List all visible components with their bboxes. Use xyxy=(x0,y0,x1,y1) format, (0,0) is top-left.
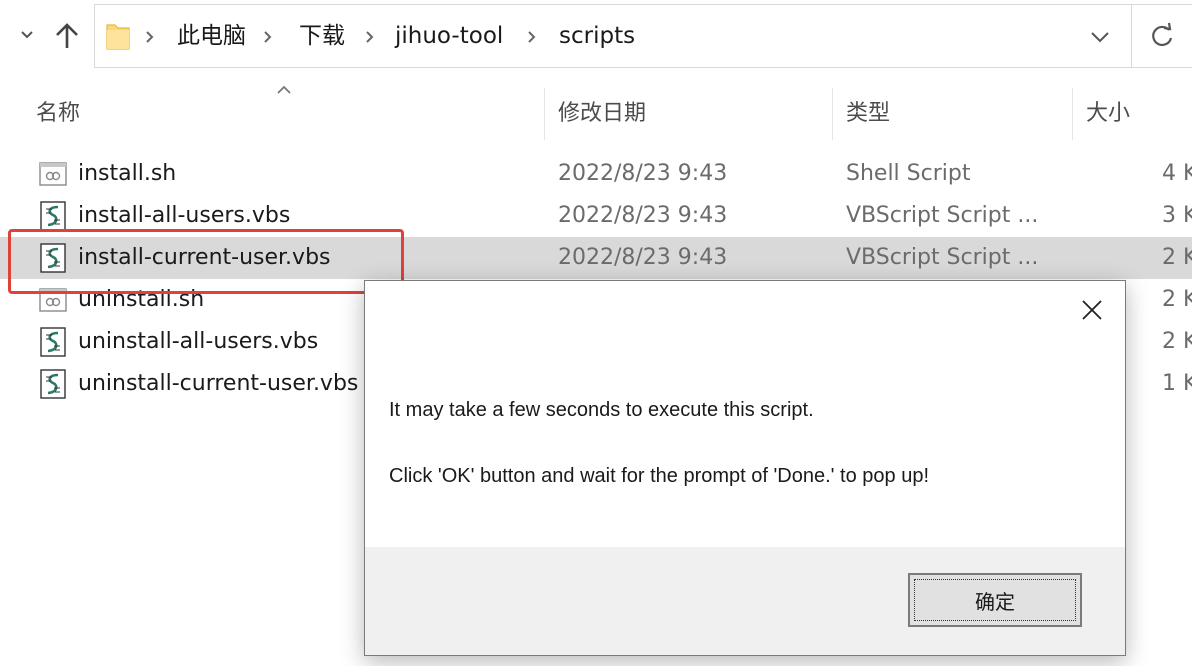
ok-button-label: 确定 xyxy=(975,589,1015,614)
ok-button[interactable]: 确定 xyxy=(908,573,1082,627)
file-type: Shell Script xyxy=(846,161,971,186)
dialog-footer: 确定 xyxy=(365,547,1125,655)
dialog-message: Click 'OK' button and wait for the promp… xyxy=(389,465,930,487)
message-dialog: It may take a few seconds to execute thi… xyxy=(364,280,1126,656)
chevron-right-icon[interactable] xyxy=(261,27,275,47)
address-divider xyxy=(1131,5,1132,67)
vbscript-icon xyxy=(40,327,66,357)
file-name: install-current-user.vbs xyxy=(78,245,331,270)
chevron-down-icon xyxy=(21,31,33,39)
file-row[interactable]: install-all-users.vbs 2022/8/23 9:43 VBS… xyxy=(0,195,1192,237)
column-header-date[interactable]: 修改日期 xyxy=(558,88,646,140)
recent-locations-button[interactable] xyxy=(16,22,38,48)
file-name: uninstall.sh xyxy=(78,287,205,312)
file-type: VBScript Script ... xyxy=(846,203,1039,228)
column-header-name[interactable]: 名称 xyxy=(36,88,80,140)
column-header-type[interactable]: 类型 xyxy=(846,88,890,140)
chevron-right-icon[interactable] xyxy=(525,27,539,47)
file-name: install-all-users.vbs xyxy=(78,203,291,228)
chevron-right-icon[interactable] xyxy=(363,27,377,47)
file-date: 2022/8/23 9:43 xyxy=(558,203,728,228)
up-button[interactable] xyxy=(52,18,82,54)
file-size: 2 K xyxy=(1162,329,1192,354)
shell-script-icon xyxy=(39,288,67,312)
address-dropdown-icon[interactable] xyxy=(1085,23,1115,51)
chevron-right-icon xyxy=(146,31,154,43)
file-type: VBScript Script ... xyxy=(846,245,1039,270)
file-size: 3 K xyxy=(1162,203,1192,228)
vbscript-icon xyxy=(40,369,66,399)
up-arrow-icon xyxy=(56,23,78,48)
vbscript-icon xyxy=(40,243,66,273)
dialog-message: It may take a few seconds to execute thi… xyxy=(389,399,814,421)
sort-ascending-icon xyxy=(277,85,291,94)
shell-script-icon xyxy=(39,162,67,186)
file-row[interactable]: install.sh 2022/8/23 9:43 Shell Script 4… xyxy=(0,153,1192,195)
file-date: 2022/8/23 9:43 xyxy=(558,161,728,186)
address-bar[interactable]: 此电脑 下载 jihuo-tool scripts xyxy=(94,4,1192,68)
refresh-icon[interactable] xyxy=(1145,19,1179,53)
file-date: 2022/8/23 9:43 xyxy=(558,245,728,270)
column-separator[interactable] xyxy=(544,88,545,140)
breadcrumb-item[interactable]: 下载 xyxy=(299,5,345,67)
folder-icon xyxy=(106,24,130,50)
file-row-selected[interactable]: install-current-user.vbs 2022/8/23 9:43 … xyxy=(0,237,1192,279)
file-size: 1 K xyxy=(1162,371,1192,396)
column-separator[interactable] xyxy=(832,88,833,140)
column-separator[interactable] xyxy=(1072,88,1073,140)
breadcrumb-item[interactable]: 此电脑 xyxy=(177,5,246,67)
file-name: install.sh xyxy=(78,161,177,186)
breadcrumb-item[interactable]: scripts xyxy=(559,5,635,67)
vbscript-icon xyxy=(40,201,66,231)
file-size: 2 K xyxy=(1162,245,1192,270)
file-name: uninstall-all-users.vbs xyxy=(78,329,319,354)
file-size: 4 K xyxy=(1162,161,1192,186)
close-icon[interactable] xyxy=(1079,297,1105,323)
file-name: uninstall-current-user.vbs xyxy=(78,371,359,396)
breadcrumb-item[interactable]: jihuo-tool xyxy=(395,5,503,67)
file-size: 2 K xyxy=(1162,287,1192,312)
column-header-size[interactable]: 大小 xyxy=(1086,88,1130,140)
